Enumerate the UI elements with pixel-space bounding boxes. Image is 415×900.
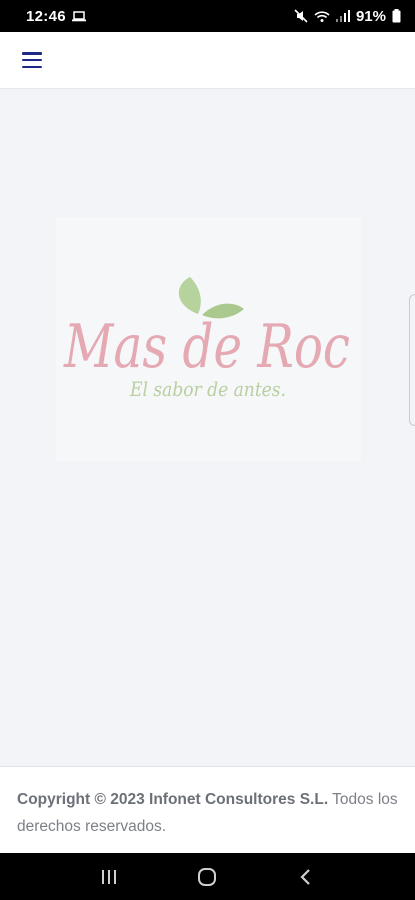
status-bar: 12:46 91% xyxy=(0,0,415,32)
app-header xyxy=(0,32,415,89)
footer: Copyright © 2023 Infonet Consultores S.L… xyxy=(0,766,415,853)
edge-panel-handle[interactable] xyxy=(409,294,415,426)
back-icon[interactable] xyxy=(286,862,326,892)
main-content: Mas de Roc El sabor de antes. xyxy=(0,89,415,766)
signal-icon xyxy=(335,10,350,22)
recents-icon[interactable] xyxy=(89,862,129,892)
hamburger-menu-icon[interactable] xyxy=(22,52,42,68)
home-icon[interactable] xyxy=(187,862,227,892)
status-left: 12:46 xyxy=(26,8,86,25)
copyright-owner: Copyright © 2023 Infonet Consultores S.L… xyxy=(17,791,329,808)
wifi-icon xyxy=(314,10,330,23)
battery-text: 91% xyxy=(355,7,386,25)
laptop-icon xyxy=(71,10,86,22)
battery-icon xyxy=(392,9,401,23)
logo-card: Mas de Roc El sabor de antes. xyxy=(56,217,361,461)
mas-de-roc-logo: Mas de Roc El sabor de antes. xyxy=(63,277,350,401)
status-right: 91% xyxy=(294,8,401,25)
status-time: 12:46 xyxy=(26,7,66,25)
brand-name: Mas de Roc xyxy=(63,312,350,382)
app-screen: 12:46 91% Mas de Roc El sabor de antes. … xyxy=(0,0,415,900)
brand-tagline: El sabor de antes. xyxy=(129,377,286,401)
system-nav-bar xyxy=(0,853,415,900)
mute-icon xyxy=(294,9,308,23)
